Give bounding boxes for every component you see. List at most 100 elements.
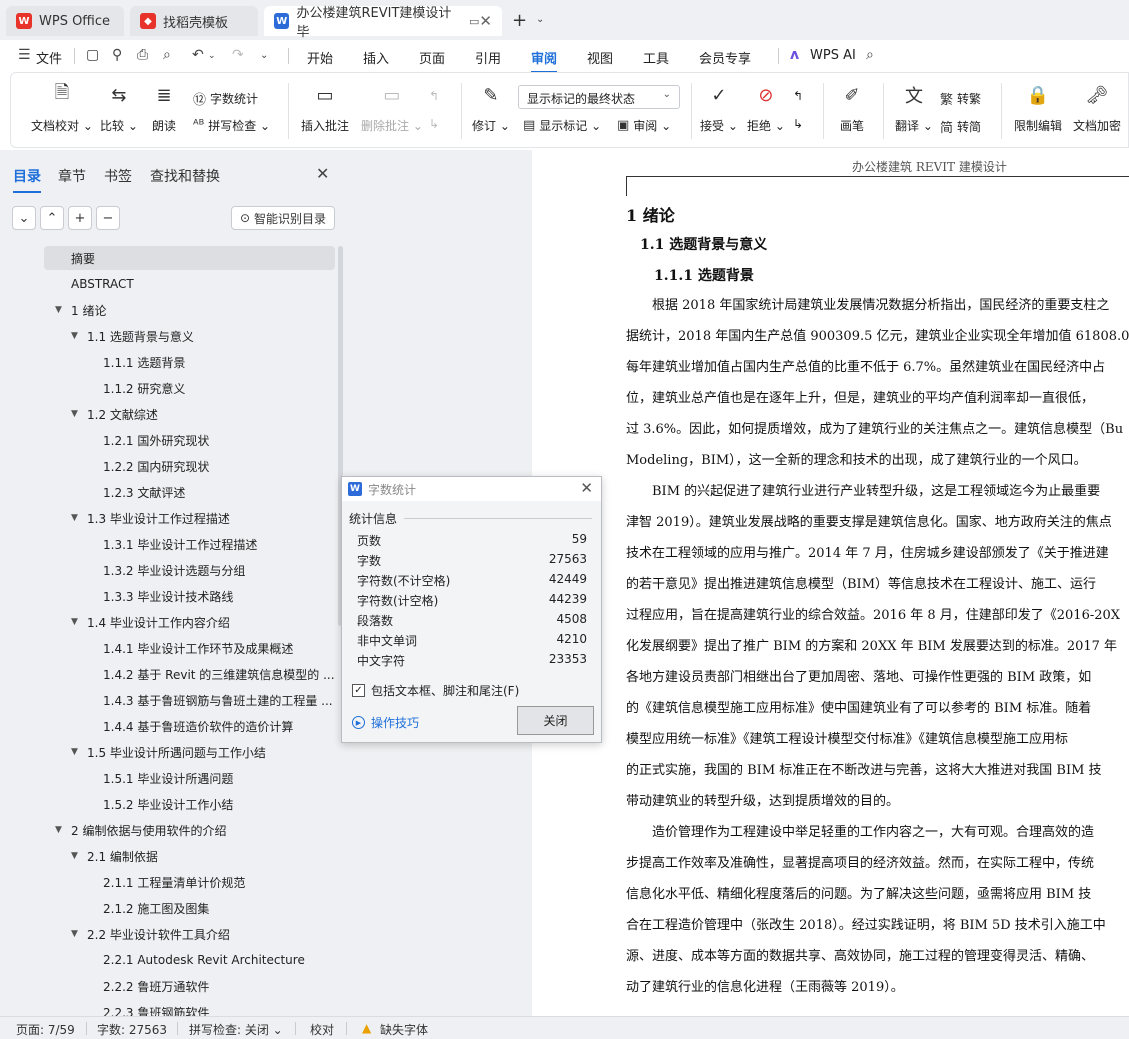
encrypt-button[interactable]: 🗝 文档加密 [1073,81,1121,134]
expand-triangle-icon[interactable]: ▼ [71,851,83,861]
nav-tab-toc[interactable]: 目录 [13,166,41,193]
menu-member[interactable]: 会员专享 [699,48,751,67]
spell-check-status[interactable]: 拼写检查: 关闭 ⌄ [189,1021,283,1038]
toc-item[interactable]: 1.4.1 毕业设计工作环节及成果概述 [87,636,335,660]
toc-item[interactable]: ▼ 2.1 编制依据 [71,844,335,868]
expand-triangle-icon[interactable]: ▼ [71,409,83,419]
tab-wps-office[interactable]: W WPS Office [6,6,124,36]
menu-start[interactable]: 开始 [307,48,333,67]
pen-button[interactable]: ✐ 画笔 [839,81,865,134]
chevron-down-icon[interactable]: ⌄ [536,14,544,25]
expand-triangle-icon[interactable]: ▼ [55,305,67,315]
toc-item[interactable]: 1.3.2 毕业设计选题与分组 [87,558,335,582]
missing-font-indicator[interactable]: 缺失字体 [380,1021,428,1038]
menu-insert[interactable]: 插入 [363,48,389,67]
toc-item[interactable]: ▼ 1.5 毕业设计所遇问题与工作小结 [71,740,335,764]
close-tab-icon[interactable]: ✕ [479,12,492,30]
toc-item[interactable]: 1.3.3 毕业设计技术路线 [87,584,335,608]
menu-view[interactable]: 视图 [587,48,613,67]
chevron-down-icon[interactable]: ⌄ [208,51,216,61]
expand-triangle-icon[interactable]: ▼ [71,747,83,757]
toc-item[interactable]: 2.1.1 工程量清单计价规范 [87,870,335,894]
toc-item[interactable]: 1.4.3 基于鲁班钢筋与鲁班土建的工程量 ... [87,688,335,712]
word-count-button[interactable]: ⑫ 字数统计 [193,89,258,108]
document-page[interactable]: 办公楼建筑 REVIT 建模设计 1 绪论 1.1 选题背景与意义 1.1.1 … [532,150,1129,1016]
toc-item[interactable]: ▼ 1.1 选题背景与意义 [71,324,335,348]
toc-item[interactable]: 1.5.2 毕业设计工作小结 [87,792,335,816]
search-icon[interactable]: ⌕ [866,47,874,63]
toc-item[interactable]: ▼ 1.2 文献综述 [71,402,335,426]
toc-item[interactable]: 1.2.1 国外研究现状 [87,428,335,452]
review-pane-button[interactable]: ▣ 审阅 ⌄ [617,117,671,134]
toc-item[interactable]: 2.2.2 鲁班万通软件 [87,974,335,998]
toc-item[interactable]: ▼ 2.2 毕业设计软件工具介绍 [71,922,335,946]
print-preview-icon[interactable]: ⌕ [163,47,171,63]
expand-triangle-icon[interactable]: ▼ [71,331,83,341]
smart-toc-button[interactable]: ⊙ 智能识别目录 [231,206,335,230]
toc-item[interactable]: 1.2.2 国内研究现状 [87,454,335,478]
toc-item[interactable]: 1.4.2 基于 Revit 的三维建筑信息模型的 ... [87,662,335,686]
reject-button[interactable]: ⊘ 拒绝 ⌄ [747,81,785,134]
compare-button[interactable]: ⇆ 比较 ⌄ [100,81,138,134]
proofread-status[interactable]: 校对 [310,1021,334,1038]
nav-tab-find-replace[interactable]: 查找和替换 [150,166,220,186]
toc-item[interactable]: 1.3.1 毕业设计工作过程描述 [87,532,335,556]
more-chevron-icon[interactable]: ⌄ [260,50,268,61]
translate-button[interactable]: 文 翻译 ⌄ [895,81,933,134]
close-icon[interactable]: ✕ [580,479,593,497]
remove-heading-button[interactable]: − [96,206,120,230]
new-tab-plus-icon[interactable]: + [512,10,527,31]
expand-triangle-icon[interactable]: ▼ [71,513,83,523]
next-change-icon[interactable]: ↳ [793,117,803,131]
revise-button[interactable]: ✎ 修订 ⌄ [472,81,510,134]
accept-button[interactable]: ✓ 接受 ⌄ [700,81,738,134]
toc-item[interactable]: 1.1.1 选题背景 [87,350,335,374]
collapse-up-button[interactable]: ⌃ [40,206,64,230]
restrict-edit-button[interactable]: 🔒 限制编辑 [1014,81,1062,134]
show-markup-button[interactable]: ▤ 显示标记 ⌄ [523,117,601,134]
prev-comment-icon[interactable]: ↰ [429,89,439,103]
toc-item[interactable]: ▼ 1.3 毕业设计工作过程描述 [71,506,335,530]
toc-item[interactable]: 2.1.2 施工图及图集 [87,896,335,920]
file-menu[interactable]: 文件 [36,48,62,67]
menu-reference[interactable]: 引用 [475,48,501,67]
next-comment-icon[interactable]: ↳ [429,117,439,131]
close-button[interactable]: 关闭 [517,706,594,735]
menu-page[interactable]: 页面 [419,48,445,67]
save-icon[interactable]: ▢ [86,47,99,63]
nav-tab-chapters[interactable]: 章节 [58,166,86,186]
menu-review[interactable]: 审阅 [531,48,558,73]
tips-link[interactable]: ▶ 操作技巧 [352,714,419,731]
spell-check-button[interactable]: ᴬᴮ 拼写检查 ⌄ [193,117,270,134]
markup-state-select[interactable]: 显示标记的最终状态 ⌄ [518,85,680,109]
toc-item[interactable]: 2.2.1 Autodesk Revit Architecture [87,948,335,972]
include-textbox-checkbox[interactable]: ✓ 包括文本框、脚注和尾注(F) [352,682,519,699]
read-aloud-button[interactable]: ≣ 朗读 [151,81,177,134]
toc-item[interactable]: 摘要 [44,246,335,270]
nav-tab-bookmarks[interactable]: 书签 [104,166,132,186]
wps-ai-button[interactable]: WPS AI [810,48,856,63]
insert-comment-button[interactable]: ▭ 插入批注 [301,81,349,134]
toc-item[interactable]: ▼ 1.4 毕业设计工作内容介绍 [71,610,335,634]
add-heading-button[interactable]: + [68,206,92,230]
redo-icon[interactable]: ↷ [232,47,244,63]
dialog-titlebar[interactable]: W 字数统计 [342,477,601,501]
to-traditional-button[interactable]: 繁 转繁 [940,89,981,108]
toc-item[interactable]: 1.1.2 研究意义 [87,376,335,400]
toc-item[interactable]: 1.5.1 毕业设计所遇问题 [87,766,335,790]
menu-tools[interactable]: 工具 [643,48,669,67]
expand-triangle-icon[interactable]: ▼ [55,825,67,835]
page-indicator[interactable]: 页面: 7/59 [16,1021,75,1038]
toc-item[interactable]: ▼ 2 编制依据与使用软件的介绍 [55,818,335,842]
collapse-down-button[interactable]: ⌄ [12,206,36,230]
toc-item[interactable]: 1.2.3 文献评述 [87,480,335,504]
tab-docer-templates[interactable]: ◆ 找稻壳模板 [130,6,258,36]
wps-ai-icon[interactable]: ʌ [790,47,799,63]
hamburger-icon[interactable]: ☰ [18,47,31,63]
doc-proofread-button[interactable]: 🗎 文档校对 ⌄ [31,81,93,134]
to-simplified-button[interactable]: 简 转简 [940,117,981,136]
prev-change-icon[interactable]: ↰ [793,89,803,103]
delete-comment-button[interactable]: ▭ 删除批注 ⌄ [361,81,423,134]
close-icon[interactable]: ✕ [316,164,329,183]
share-icon[interactable]: ⚲ [112,47,122,63]
